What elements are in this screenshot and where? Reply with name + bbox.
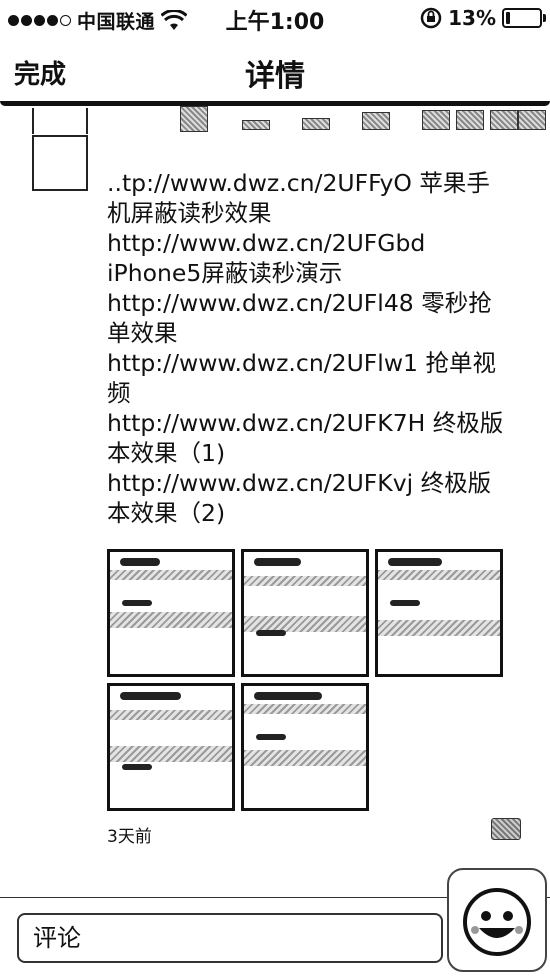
- thumb-bar: [254, 558, 301, 566]
- post-text-line: 本效果（1): [107, 439, 226, 467]
- thumb-band: [378, 620, 500, 636]
- previous-image-strip: [178, 106, 550, 134]
- post-text-line[interactable]: http://www.dwz.cn/2UFlw1 抢单视: [107, 348, 537, 378]
- post-text-line[interactable]: http://www.dwz.cn/2UFl48 零秒抢: [107, 288, 537, 318]
- thumb-band: [110, 570, 232, 580]
- post-text-line[interactable]: http://www.dwz.cn/2UFKvj 终极版: [107, 468, 537, 498]
- battery-fill: [506, 12, 511, 24]
- status-right: 13%: [420, 6, 546, 30]
- thumb-bar: [390, 600, 420, 606]
- emoji-button[interactable]: [447, 868, 547, 972]
- comment-input[interactable]: [17, 913, 443, 963]
- post-image[interactable]: [375, 549, 503, 677]
- strip-image: [490, 110, 518, 130]
- post-text: ..tp://www.dwz.cn/2UFFyO 苹果手 机屏蔽读秒效果 http:…: [107, 168, 537, 528]
- post-text-line: 单效果: [107, 319, 178, 347]
- comment-icon[interactable]: [491, 818, 521, 840]
- post-text-line: iPhone5屏蔽读秒演示: [107, 259, 343, 287]
- post-text-line[interactable]: http://www.dwz.cn/2UFGbd: [107, 228, 537, 258]
- thumb-bar: [122, 600, 152, 606]
- thumb-bar: [256, 630, 286, 636]
- thumb-bar: [256, 734, 286, 740]
- strip-image: [518, 110, 546, 130]
- previous-item-edge: [32, 108, 88, 134]
- post-time: 3天前: [107, 827, 152, 847]
- post-text-line: 机屏蔽读秒效果: [107, 199, 272, 227]
- thumb-band: [244, 704, 366, 714]
- post-text-line[interactable]: http://www.dwz.cn/2UFK7H 终极版: [107, 408, 537, 438]
- thumb-band: [110, 612, 232, 628]
- thumb-bar: [388, 558, 442, 566]
- strip-image: [302, 118, 330, 130]
- thumb-bar: [254, 692, 322, 700]
- post-text-line: ..tp://www.dwz.cn/2UFFyO 苹果手: [107, 169, 490, 197]
- page-title: 详情: [245, 59, 305, 94]
- thumb-band: [110, 710, 232, 720]
- thumb-band: [244, 576, 366, 586]
- status-bar: 中国联通 上午1:00 13%: [0, 0, 550, 38]
- strip-image: [422, 110, 450, 130]
- rotation-lock-icon: [420, 7, 442, 29]
- strip-image: [180, 106, 208, 132]
- battery-icon: [502, 8, 546, 28]
- thumb-band: [110, 746, 232, 762]
- post-image[interactable]: [241, 549, 369, 677]
- strip-image: [456, 110, 484, 130]
- strip-image: [362, 112, 390, 130]
- thumb-bar: [120, 558, 160, 566]
- thumb-band: [378, 570, 500, 580]
- post-text-line: 本效果（2): [107, 499, 226, 527]
- avatar[interactable]: [32, 135, 88, 191]
- thumb-bar: [122, 764, 152, 770]
- thumb-bar: [120, 692, 181, 700]
- battery-percent: 13%: [448, 6, 496, 30]
- post-image[interactable]: [107, 683, 235, 811]
- thumb-band: [244, 750, 366, 766]
- post-image[interactable]: [107, 549, 235, 677]
- navigation-bar: 完成 详情: [0, 38, 550, 102]
- post-image[interactable]: [241, 683, 369, 811]
- post-text-line: 频: [107, 379, 131, 407]
- smiley-face-icon: [463, 888, 531, 956]
- strip-image: [242, 120, 270, 130]
